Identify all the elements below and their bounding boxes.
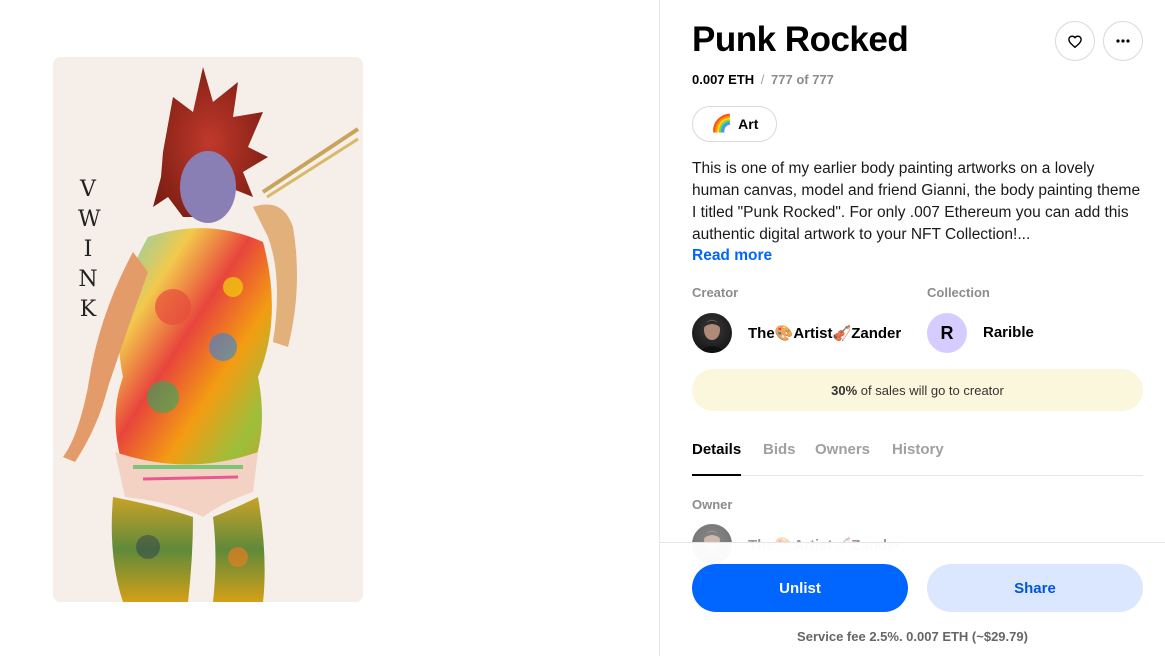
unlist-button[interactable]: Unlist <box>692 564 908 612</box>
share-button[interactable]: Share <box>927 564 1143 612</box>
action-footer: Unlist Share Service fee 2.5%. 0.007 ETH… <box>660 542 1165 656</box>
tab-bids[interactable]: Bids <box>763 441 796 476</box>
price-separator: / <box>760 72 765 87</box>
like-button[interactable] <box>1055 21 1095 61</box>
royalty-percent: 30% <box>831 382 858 398</box>
collection-name[interactable]: Rarible <box>983 324 1034 341</box>
read-more-link[interactable]: Read more <box>692 247 772 265</box>
price: 0.007 ETH <box>692 72 755 87</box>
item-details-pane: Punk Rocked 0.007 ETH / 777 of 777 🌈 Art… <box>660 0 1165 656</box>
tab-owners[interactable]: Owners <box>815 441 870 476</box>
owner-label: Owner <box>692 497 733 512</box>
tab-details[interactable]: Details <box>692 441 742 476</box>
rainbow-icon: 🌈 <box>711 114 733 133</box>
artwork-illustration <box>53 57 363 602</box>
more-options-button[interactable] <box>1103 21 1143 61</box>
creator-avatar-image <box>698 320 726 353</box>
service-fee-text: Service fee 2.5%. 0.007 ETH (~$29.79) <box>797 629 1028 644</box>
artwork-image[interactable]: VWINK <box>53 57 363 602</box>
item-description: This is one of my earlier body painting … <box>692 160 1141 243</box>
more-horizontal-icon <box>1116 39 1130 43</box>
details-tabs: Details Bids Owners History <box>692 441 1143 476</box>
artwork-watermark: VWINK <box>78 177 101 322</box>
item-title: Punk Rocked <box>692 20 909 59</box>
artwork-pane: VWINK <box>0 0 660 656</box>
edition-supply: 777 of 777 <box>771 72 834 87</box>
price-row: 0.007 ETH / 777 of 777 <box>692 72 834 87</box>
royalty-banner: 30% of sales will go to creator <box>692 369 1143 411</box>
collection-avatar[interactable]: R <box>927 313 967 353</box>
tab-history[interactable]: History <box>892 441 944 476</box>
heart-icon <box>1068 35 1082 48</box>
category-tag[interactable]: 🌈 Art <box>692 106 778 142</box>
category-tag-label: Art <box>738 116 759 132</box>
rarible-logo-icon: R <box>940 322 954 343</box>
royalty-text: of sales will go to creator <box>860 382 1004 398</box>
creator-name[interactable]: The🎨Artist🎻Zander <box>748 324 901 342</box>
collection-label: Collection <box>927 285 990 300</box>
creator-label: Creator <box>692 285 739 300</box>
creator-avatar[interactable] <box>692 313 732 353</box>
